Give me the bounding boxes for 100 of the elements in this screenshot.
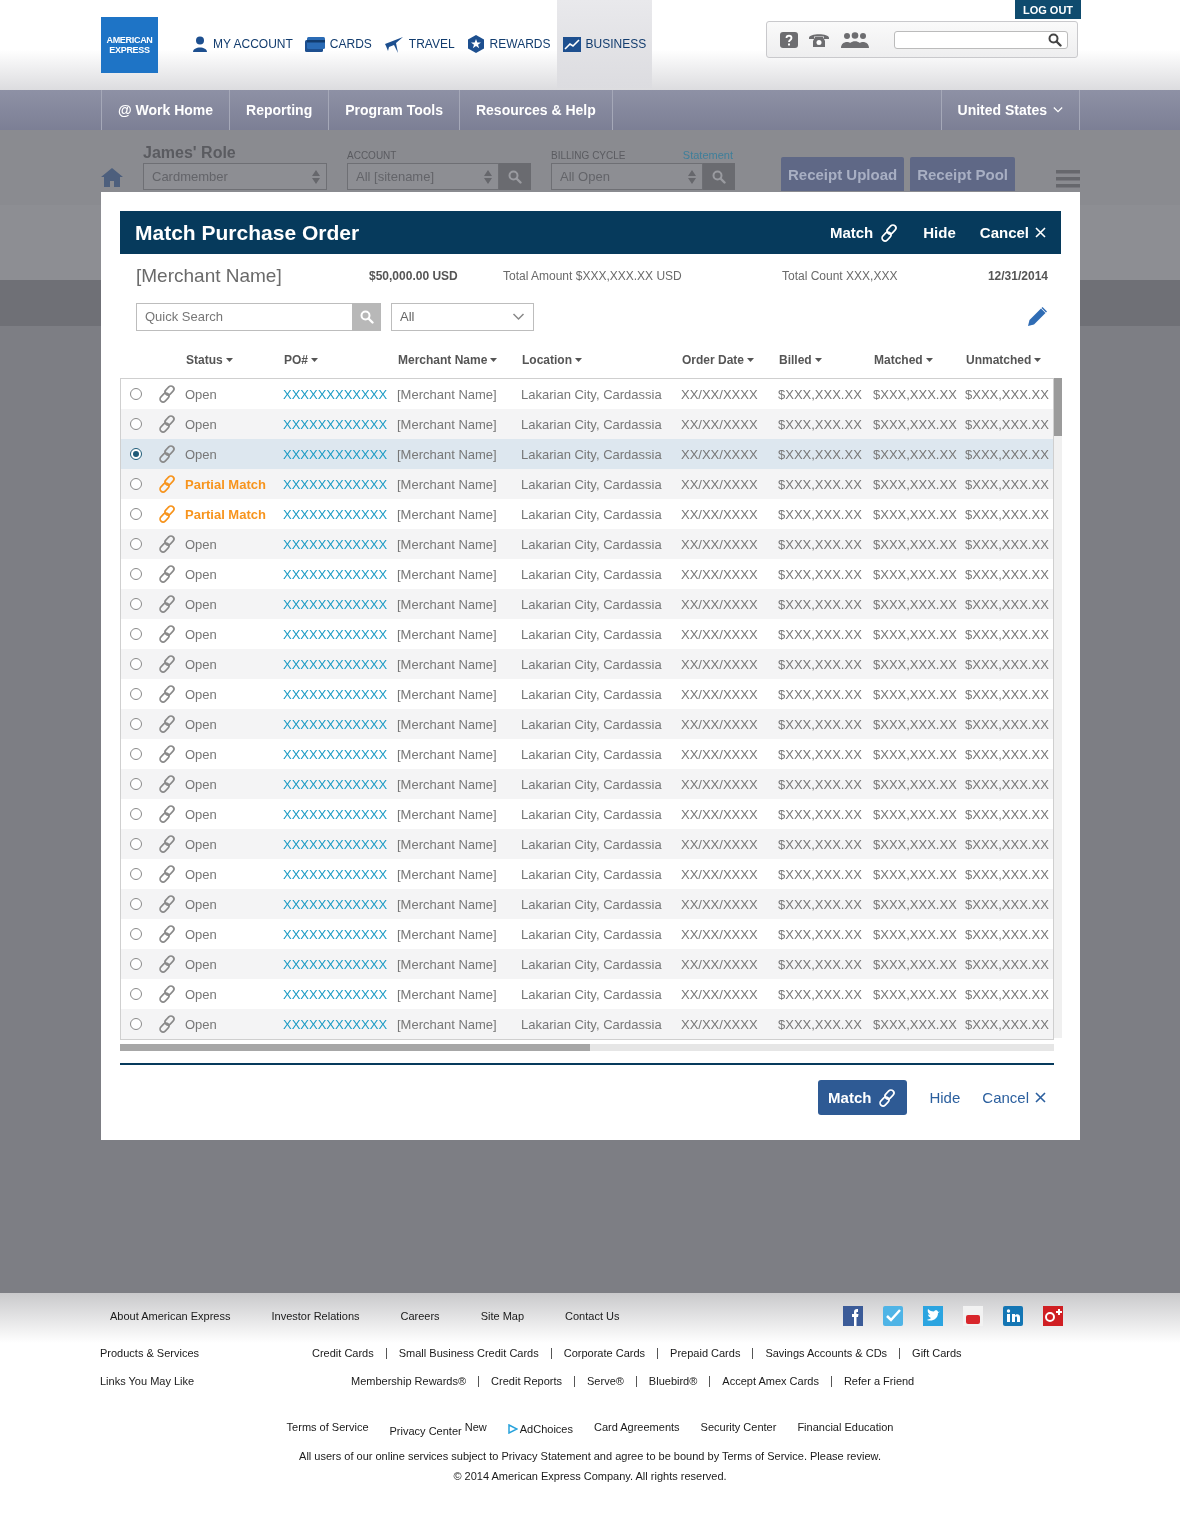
nav-link[interactable]: MY ACCOUNT [186, 0, 299, 88]
radio-button[interactable] [130, 478, 142, 490]
footer-link[interactable]: Careers [400, 1310, 440, 1322]
radio-button[interactable] [130, 508, 142, 520]
radio-button[interactable] [130, 868, 142, 880]
search-field[interactable] [894, 30, 1068, 49]
radio-button[interactable] [130, 418, 142, 430]
search-icon[interactable] [1048, 32, 1062, 47]
vertical-scrollbar[interactable] [1054, 378, 1062, 1038]
column-header[interactable]: Matched [874, 352, 966, 367]
radio-button[interactable] [130, 688, 142, 700]
footer-link[interactable]: Corporate Cards [563, 1347, 646, 1359]
footer-link[interactable]: Terms of Service [286, 1421, 369, 1437]
radio-button[interactable] [130, 628, 142, 640]
link-text[interactable]: AdChoices [519, 1423, 573, 1435]
pencil-icon[interactable] [1027, 306, 1048, 327]
menu-icon[interactable] [1056, 170, 1080, 188]
footer-link[interactable]: Investor Relations [271, 1310, 360, 1322]
footer-link[interactable]: Gift Cards [912, 1347, 962, 1359]
footer-link[interactable]: Credit Reports [491, 1375, 562, 1387]
help-icon[interactable] [780, 31, 798, 48]
action-button[interactable]: Match [829, 222, 900, 243]
radio-button[interactable] [130, 898, 142, 910]
nav-link[interactable]: BUSINESS [556, 0, 653, 88]
footer-link[interactable]: Accept Amex Cards [722, 1375, 819, 1387]
table-cell-text: Lakarian City, Cardassia [521, 866, 663, 882]
radio-button[interactable] [130, 568, 142, 580]
social-media-icon[interactable] [1043, 1306, 1063, 1326]
column-header[interactable]: Unmatched [966, 352, 1052, 367]
search-button[interactable] [703, 163, 735, 190]
nav-link[interactable]: REWARDS [460, 0, 557, 88]
search-button[interactable] [352, 302, 381, 331]
column-header[interactable]: Status [186, 352, 284, 367]
radio-button[interactable] [130, 598, 142, 610]
radio-button[interactable] [130, 988, 142, 1000]
radio-button[interactable] [130, 958, 142, 970]
table-cell-text: XX/XX/XXXX [681, 476, 759, 492]
radio-button[interactable] [130, 748, 142, 760]
footer-link[interactable]: Membership Rewards® [351, 1375, 467, 1387]
footer-link[interactable]: Savings Accounts & CDs [765, 1347, 888, 1359]
status-text: Open [185, 446, 218, 462]
footer-link[interactable]: Bluebird® [648, 1375, 698, 1387]
quick-search-field[interactable]: Quick Search [136, 302, 352, 331]
column-header[interactable]: Billed [779, 352, 874, 367]
radio-button[interactable] [130, 838, 142, 850]
nav-link[interactable]: CARDS [298, 0, 378, 88]
search-button[interactable] [499, 163, 531, 190]
footer-link[interactable]: About American Express [110, 1310, 231, 1322]
table-cell-text: $XXX,XXX.XX [965, 506, 1050, 522]
social-media-icon[interactable] [843, 1306, 863, 1326]
logo[interactable]: AMERICAN EXPRESS [101, 17, 158, 73]
cancel-button[interactable]: Cancel [982, 1089, 1046, 1106]
column-header[interactable]: Location [522, 352, 682, 367]
status-text: Open [185, 776, 218, 792]
radio-button[interactable] [130, 538, 142, 550]
footer-link[interactable]: Small Business Credit Cards [398, 1347, 539, 1359]
column-header[interactable]: PO# [284, 352, 398, 367]
footer-link[interactable]: Refer a Friend [843, 1375, 915, 1387]
cancel-button[interactable]: Cancel [979, 224, 1046, 241]
radio-button[interactable] [130, 718, 142, 730]
footer-link[interactable]: Prepaid Cards [670, 1347, 741, 1359]
column-header[interactable]: Merchant Name [398, 352, 522, 367]
footer-link[interactable]: Serve® [587, 1375, 624, 1387]
social-media-icon[interactable] [1003, 1306, 1023, 1326]
radio-button[interactable] [130, 1018, 142, 1030]
radio-button[interactable] [130, 448, 142, 460]
horizontal-scrollbar[interactable] [120, 1044, 1054, 1051]
table-cell-text: XX/XX/XXXX [681, 806, 759, 822]
footer-link[interactable]: Financial Education [797, 1421, 894, 1437]
nav-link[interactable]: TRAVEL [377, 0, 461, 88]
filter-dropdown[interactable]: All [391, 302, 534, 331]
table-cell-text: Lakarian City, Cardassia [521, 566, 663, 582]
footer-link[interactable]: Card Agreements [593, 1421, 680, 1437]
table-cell-text: $XXX,XXX.XX [873, 746, 958, 762]
footer-link[interactable]: Security Center [700, 1421, 777, 1437]
social-media-icon[interactable] [963, 1306, 983, 1326]
people-icon[interactable] [840, 31, 870, 48]
radio-button[interactable] [130, 928, 142, 940]
table-cell-text: XX/XX/XXXX [681, 746, 759, 762]
link-icon [157, 1014, 177, 1034]
table-cell-text: XX/XX/XXXX [681, 1016, 759, 1032]
card-icon [304, 36, 325, 52]
action-button[interactable]: Match [818, 1080, 908, 1115]
footer-link[interactable]: AdChoices [507, 1421, 573, 1437]
radio-button[interactable] [130, 778, 142, 790]
radio-button[interactable] [130, 388, 142, 400]
action-button[interactable]: Hide [929, 1089, 961, 1106]
footer-link[interactable]: Site Map [480, 1310, 525, 1322]
table-cell-text: XX/XX/XXXX [681, 716, 759, 732]
table-cell-text: $XXX,XXX.XX [873, 506, 958, 522]
radio-button[interactable] [130, 658, 142, 670]
column-header[interactable]: Order Date [682, 352, 779, 367]
phone-icon[interactable] [808, 31, 830, 48]
home-icon[interactable] [101, 168, 123, 187]
logout-button[interactable]: LOG OUT [1015, 0, 1081, 19]
social-media-icon[interactable] [923, 1306, 943, 1326]
footer-link[interactable]: Contact Us [565, 1310, 620, 1322]
radio-button[interactable] [130, 808, 142, 820]
action-button[interactable]: Hide [923, 224, 956, 241]
footer-link[interactable]: Credit Cards [312, 1347, 374, 1359]
